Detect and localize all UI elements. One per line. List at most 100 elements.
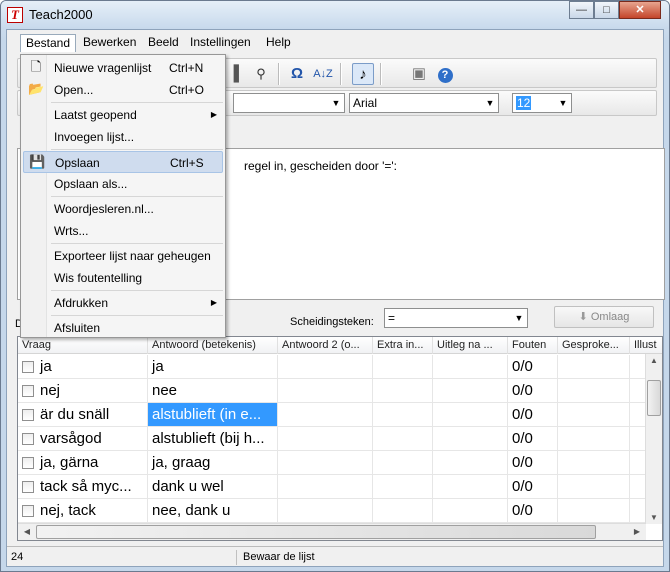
row-checkbox[interactable]	[22, 361, 34, 373]
menu-item-wrts[interactable]: Wrts...	[23, 220, 223, 242]
table-cell[interactable]	[433, 499, 508, 523]
table-cell[interactable]	[558, 355, 630, 379]
table-cell[interactable]: ja, graag	[148, 451, 278, 475]
menu-item-exporteer-lijst-naar-geheugen[interactable]: Exporteer lijst naar geheugen	[23, 245, 223, 267]
row-checkbox[interactable]	[22, 385, 34, 397]
table-cell[interactable]: dank u wel	[148, 475, 278, 499]
close-button[interactable]: ✕	[619, 1, 661, 19]
column-header[interactable]: Uitleg na ...	[433, 337, 508, 354]
column-header[interactable]: Antwoord 2 (o...	[278, 337, 373, 354]
table-cell[interactable]: ja, gärna	[18, 451, 148, 475]
table-cell[interactable]	[558, 499, 630, 523]
menu-beeld[interactable]: Beeld	[143, 34, 184, 52]
table-cell[interactable]	[433, 475, 508, 499]
omlaag-button[interactable]: ⬇ Omlaag	[554, 306, 654, 328]
table-row[interactable]: nej, tack nee, dank u 0/0	[18, 499, 646, 523]
scroll-left-icon[interactable]: ◀	[19, 527, 35, 536]
table-cell[interactable]: ja	[148, 355, 278, 379]
scroll-down-icon[interactable]: ▼	[646, 513, 662, 522]
help-icon[interactable]: ?	[434, 63, 456, 85]
table-cell[interactable]	[558, 427, 630, 451]
table-cell[interactable]: 0/0	[508, 379, 558, 403]
table-cell[interactable]	[278, 379, 373, 403]
column-header[interactable]: Vraag	[18, 337, 148, 354]
menu-item-wis-foutentelling[interactable]: Wis foutentelling	[23, 267, 223, 289]
title-bar[interactable]: T Teach2000 — □ ✕	[1, 1, 669, 29]
sound-note-icon[interactable]: ♪	[352, 63, 374, 85]
menu-item-woordjesleren-nl[interactable]: Woordjesleren.nl...	[23, 198, 223, 220]
table-cell[interactable]	[278, 475, 373, 499]
toolbar-partial-icon[interactable]: ▌	[228, 63, 250, 85]
table-cell[interactable]: nee, dank u	[148, 499, 278, 523]
table-row[interactable]: varsågod alstublieft (bij h... 0/0	[18, 427, 646, 451]
table-cell[interactable]	[630, 475, 646, 499]
table-cell[interactable]: nej, tack	[18, 499, 148, 523]
table-row[interactable]: ja, gärna ja, graag 0/0	[18, 451, 646, 475]
menu-item-opslaan-als[interactable]: Opslaan als...	[23, 173, 223, 195]
column-header[interactable]: Illust	[630, 337, 662, 354]
table-cell[interactable]: 0/0	[508, 427, 558, 451]
table-cell[interactable]	[433, 355, 508, 379]
table-cell[interactable]	[630, 451, 646, 475]
menu-item-laatst-geopend[interactable]: Laatst geopend ▶	[23, 104, 223, 126]
scroll-thumb[interactable]	[647, 380, 661, 416]
maximize-button[interactable]: □	[594, 1, 619, 19]
table-cell[interactable]	[630, 427, 646, 451]
menu-item-afdrukken[interactable]: Afdrukken ▶	[23, 292, 223, 314]
column-header[interactable]: Gesproke...	[558, 337, 630, 354]
table-row[interactable]: nej nee 0/0	[18, 379, 646, 403]
column-header[interactable]: Fouten	[508, 337, 558, 354]
table-cell[interactable]	[278, 355, 373, 379]
menu-item-invoegen-lijst[interactable]: Invoegen lijst...	[23, 126, 223, 148]
table-cell[interactable]	[373, 475, 433, 499]
row-checkbox[interactable]	[22, 457, 34, 469]
table-cell[interactable]	[433, 427, 508, 451]
table-row[interactable]: ja ja 0/0	[18, 355, 646, 379]
separator-combo[interactable]: = ▼	[384, 308, 528, 328]
table-cell[interactable]: tack så myc...	[18, 475, 148, 499]
table-cell[interactable]: är du snäll	[18, 403, 148, 427]
minimize-button[interactable]: —	[569, 1, 594, 19]
row-checkbox[interactable]	[22, 481, 34, 493]
menu-help[interactable]: Help	[261, 34, 296, 52]
table-cell[interactable]: 0/0	[508, 475, 558, 499]
table-cell[interactable]: nej	[18, 379, 148, 403]
table-cell[interactable]	[630, 403, 646, 427]
table-cell[interactable]	[278, 499, 373, 523]
menu-item-opslaan[interactable]: 💾 Opslaan Ctrl+S	[23, 151, 223, 173]
menu-item-nieuwe-vragenlijst[interactable]: 🗋 Nieuwe vragenlijst Ctrl+N	[23, 57, 223, 79]
menu-bestand[interactable]: Bestand	[20, 34, 77, 52]
table-cell[interactable]	[558, 379, 630, 403]
table-cell[interactable]	[373, 403, 433, 427]
row-checkbox[interactable]	[22, 433, 34, 445]
table-cell[interactable]	[373, 427, 433, 451]
binoculars-icon[interactable]: ⚲	[250, 63, 272, 85]
row-checkbox[interactable]	[22, 409, 34, 421]
table-cell[interactable]: 0/0	[508, 499, 558, 523]
table-cell[interactable]	[373, 451, 433, 475]
table-cell[interactable]: 0/0	[508, 403, 558, 427]
table-cell[interactable]	[433, 379, 508, 403]
table-cell[interactable]: alstublieft (in e...	[148, 403, 278, 427]
style-combo[interactable]: ▼	[233, 93, 345, 113]
scroll-up-icon[interactable]: ▲	[646, 356, 662, 365]
table-cell[interactable]	[630, 379, 646, 403]
table-cell[interactable]: nee	[148, 379, 278, 403]
table-cell[interactable]	[558, 451, 630, 475]
table-cell[interactable]	[278, 403, 373, 427]
menu-instellingen[interactable]: Instellingen	[185, 34, 256, 52]
column-header[interactable]: Extra in...	[373, 337, 433, 354]
table-cell[interactable]	[278, 427, 373, 451]
table-cell[interactable]	[558, 475, 630, 499]
horizontal-scrollbar[interactable]: ◀ ▶	[18, 523, 646, 540]
table-cell[interactable]	[630, 499, 646, 523]
row-checkbox[interactable]	[22, 505, 34, 517]
menu-bewerken[interactable]: Bewerken	[78, 34, 141, 52]
table-cell[interactable]	[433, 403, 508, 427]
scroll-right-icon[interactable]: ▶	[629, 527, 645, 536]
table-cell[interactable]: 0/0	[508, 355, 558, 379]
table-row[interactable]: är du snäll alstublieft (in e... 0/0	[18, 403, 646, 427]
menu-item-open[interactable]: 📂 Open... Ctrl+O	[23, 79, 223, 101]
table-cell[interactable]	[373, 355, 433, 379]
column-header[interactable]: Antwoord (betekenis)	[148, 337, 278, 354]
